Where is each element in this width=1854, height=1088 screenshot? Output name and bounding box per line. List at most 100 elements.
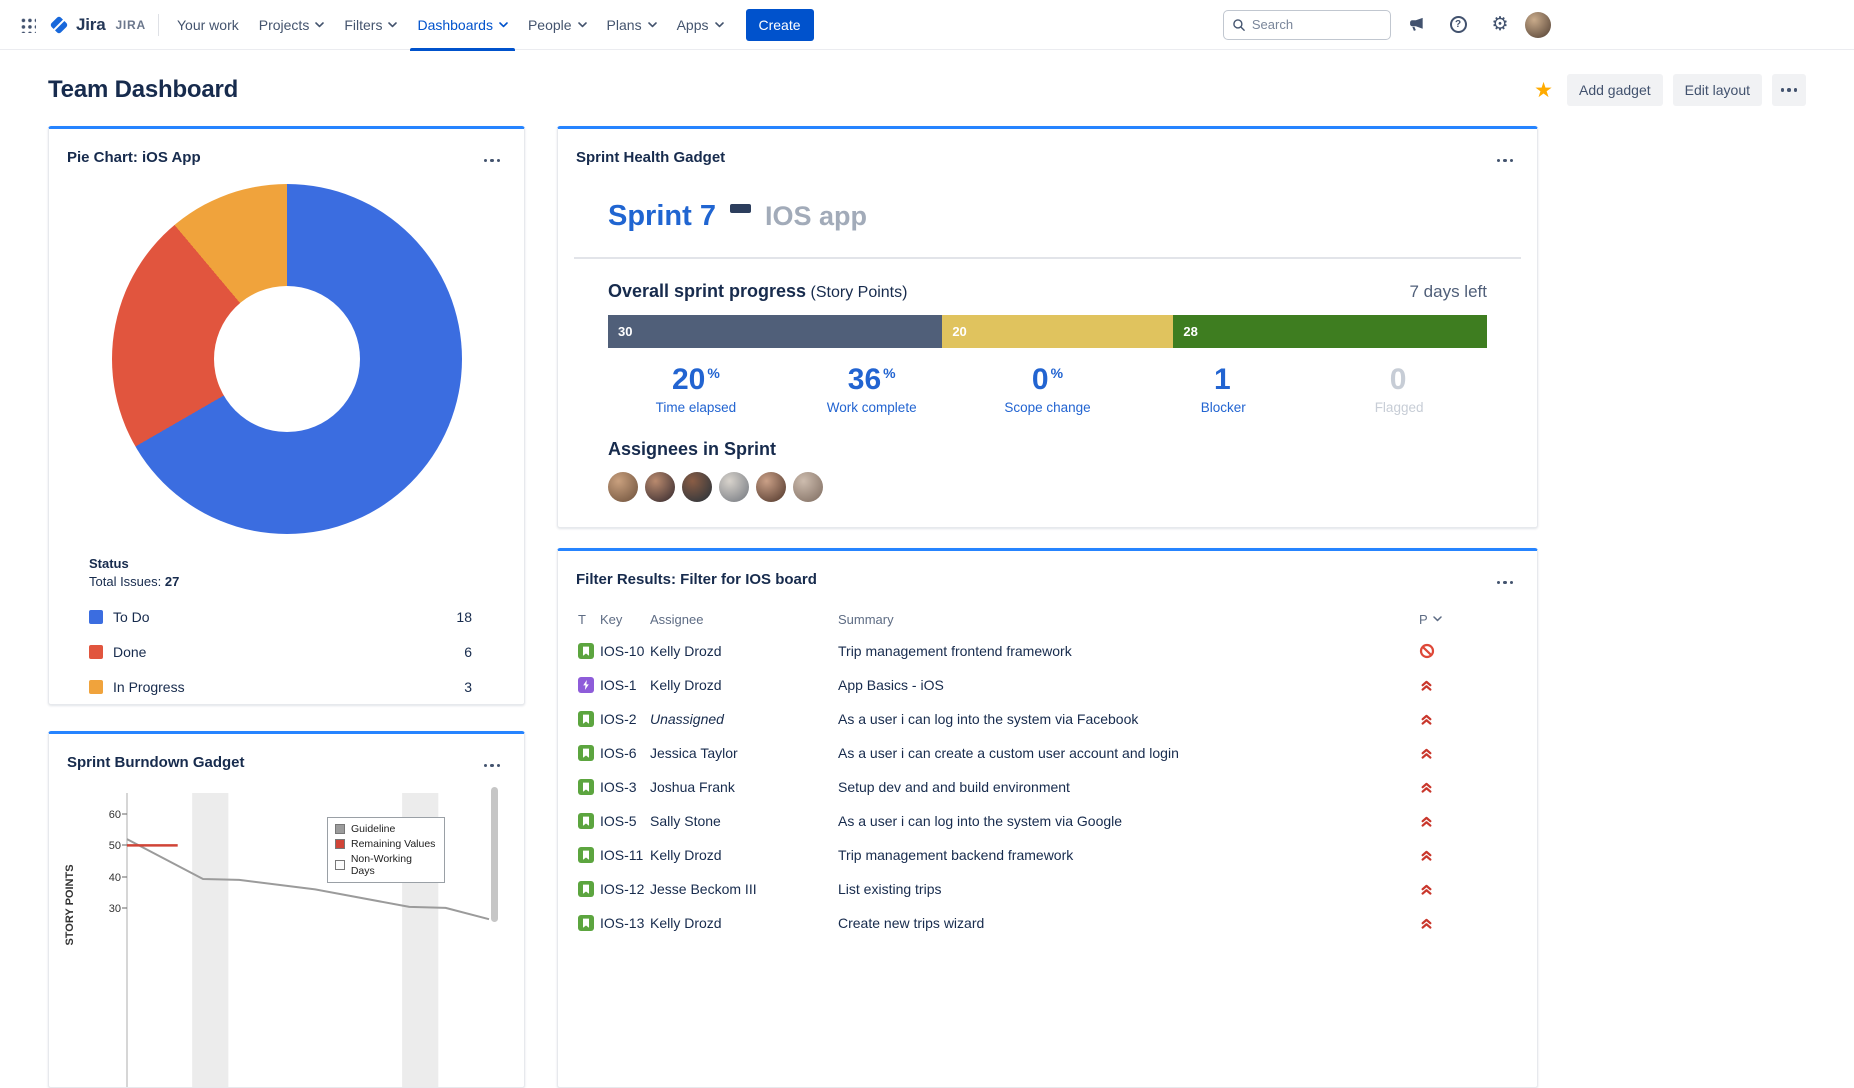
issue-key-link[interactable]: IOS-11 bbox=[600, 847, 650, 863]
gear-icon: ⚙ bbox=[1491, 15, 1508, 34]
issue-type-icon bbox=[578, 881, 600, 897]
add-gadget-button[interactable]: Add gadget bbox=[1567, 74, 1663, 106]
edit-layout-button[interactable]: Edit layout bbox=[1673, 74, 1762, 106]
nav-item-filters[interactable]: Filters bbox=[334, 0, 407, 50]
nav-item-plans[interactable]: Plans bbox=[597, 0, 667, 50]
sprint-stat-label: Work complete bbox=[784, 400, 960, 415]
search-box bbox=[1223, 10, 1391, 40]
issue-summary-link[interactable]: List existing trips bbox=[838, 881, 1413, 897]
issue-summary-link[interactable]: Trip management backend framework bbox=[838, 847, 1413, 863]
pie-donut-chart[interactable] bbox=[112, 184, 462, 534]
nav-item-apps[interactable]: Apps bbox=[667, 0, 734, 50]
issue-summary-link[interactable]: Setup dev and and build environment bbox=[838, 779, 1413, 795]
create-button[interactable]: Create bbox=[746, 9, 814, 41]
progress-bar-segment: 20 bbox=[942, 315, 1173, 348]
issue-summary-link[interactable]: As a user i can log into the system via … bbox=[838, 711, 1413, 727]
table-row[interactable]: IOS-5 Sally Stone As a user i can log in… bbox=[578, 804, 1517, 838]
legend-color-swatch bbox=[89, 680, 103, 694]
assignee-avatar[interactable] bbox=[719, 472, 749, 502]
assignee-avatar[interactable] bbox=[793, 472, 823, 502]
sprint-name: Sprint 7 bbox=[608, 200, 716, 233]
issue-key-link[interactable]: IOS-12 bbox=[600, 881, 650, 897]
assignee-avatar[interactable] bbox=[756, 472, 786, 502]
settings-button[interactable]: ⚙ bbox=[1483, 8, 1517, 42]
issue-type-icon bbox=[578, 745, 600, 761]
favorite-button[interactable]: ★ bbox=[1530, 76, 1557, 105]
issue-key-link[interactable]: IOS-10 bbox=[600, 643, 650, 659]
help-button[interactable]: ? bbox=[1441, 8, 1475, 42]
issue-key-link[interactable]: IOS-13 bbox=[600, 915, 650, 931]
nav-item-dashboards[interactable]: Dashboards bbox=[407, 0, 518, 50]
table-row[interactable]: IOS-10 Kelly Drozd Trip management front… bbox=[578, 634, 1517, 668]
search-input[interactable] bbox=[1252, 17, 1382, 32]
sprint-stats-row: 20% Time elapsed 36% Work complete 0% Sc… bbox=[608, 363, 1487, 415]
user-avatar[interactable] bbox=[1525, 12, 1551, 38]
issue-key-link[interactable]: IOS-3 bbox=[600, 779, 650, 795]
issue-summary-link[interactable]: App Basics - iOS bbox=[838, 677, 1413, 693]
nav-item-people[interactable]: People bbox=[518, 0, 597, 50]
nav-item-label: People bbox=[528, 17, 572, 33]
table-row[interactable]: IOS-1 Kelly Drozd App Basics - iOS bbox=[578, 668, 1517, 702]
issue-summary-link[interactable]: As a user i can create a custom user acc… bbox=[838, 745, 1413, 761]
app-grid-icon bbox=[19, 16, 36, 33]
issue-assignee: Kelly Drozd bbox=[650, 677, 838, 693]
gadget-title: Sprint Health Gadget bbox=[576, 149, 725, 166]
table-row[interactable]: IOS-11 Kelly Drozd Trip management backe… bbox=[578, 838, 1517, 872]
issue-summary-link[interactable]: Trip management frontend framework bbox=[838, 643, 1413, 659]
sprint-stat: 0 Flagged bbox=[1311, 363, 1487, 415]
legend-label: To Do bbox=[113, 609, 150, 625]
issue-key-link[interactable]: IOS-5 bbox=[600, 813, 650, 829]
gadget-menu-button[interactable] bbox=[478, 749, 507, 776]
table-row[interactable]: IOS-6 Jessica Taylor As a user i can cre… bbox=[578, 736, 1517, 770]
pie-legend: To Do 18 Done 6 In Progress 3 bbox=[49, 589, 524, 704]
sprint-stat-value: 0 bbox=[1311, 363, 1487, 397]
pie-legend-item[interactable]: Done 6 bbox=[89, 634, 472, 669]
total-issues: Total Issues: 27 bbox=[89, 574, 472, 589]
column-header-priority[interactable]: P bbox=[1413, 612, 1517, 627]
app-switcher-button[interactable] bbox=[10, 8, 44, 42]
issue-key-link[interactable]: IOS-6 bbox=[600, 745, 650, 761]
feedback-button[interactable] bbox=[1399, 8, 1433, 42]
sprint-stat-label: Time elapsed bbox=[608, 400, 784, 415]
gadget-menu-button[interactable] bbox=[1491, 566, 1520, 593]
gadget-menu-button[interactable] bbox=[478, 144, 507, 171]
burndown-legend-item: Remaining Values bbox=[335, 838, 437, 850]
site-name-label: JIRA bbox=[115, 18, 146, 32]
issue-key-link[interactable]: IOS-1 bbox=[600, 677, 650, 693]
dashboard-more-button[interactable] bbox=[1772, 74, 1806, 106]
nav-item-your-work[interactable]: Your work bbox=[167, 0, 249, 50]
issue-summary-link[interactable]: Create new trips wizard bbox=[838, 915, 1413, 931]
pie-legend-item[interactable]: In Progress 3 bbox=[89, 669, 472, 704]
nav-right-cluster: ? ⚙ bbox=[1223, 8, 1551, 42]
jira-logo[interactable]: Jira bbox=[48, 14, 105, 36]
column-header-key[interactable]: Key bbox=[600, 612, 650, 627]
chevron-down-icon bbox=[715, 22, 724, 28]
assignee-avatar[interactable] bbox=[608, 472, 638, 502]
gadget-menu-button[interactable] bbox=[1491, 144, 1520, 171]
legend-label: Done bbox=[113, 644, 146, 660]
assignee-avatar[interactable] bbox=[682, 472, 712, 502]
column-header-type[interactable]: T bbox=[578, 612, 600, 627]
issue-summary-link[interactable]: As a user i can log into the system via … bbox=[838, 813, 1413, 829]
table-row[interactable]: IOS-3 Joshua Frank Setup dev and and bui… bbox=[578, 770, 1517, 804]
sprint-stat-label: Flagged bbox=[1311, 400, 1487, 415]
column-header-summary[interactable]: Summary bbox=[838, 612, 1413, 627]
chevron-down-icon bbox=[315, 22, 324, 28]
sprint-burndown-gadget: Sprint Burndown Gadget 60 50 40 30 bbox=[48, 731, 525, 1088]
assignee-avatar[interactable] bbox=[645, 472, 675, 502]
pie-legend-item[interactable]: To Do 18 bbox=[89, 599, 472, 634]
table-row[interactable]: IOS-12 Jesse Beckom III List existing tr… bbox=[578, 872, 1517, 906]
assignee-avatar-row bbox=[608, 472, 1487, 502]
sprint-stat-value: 0% bbox=[960, 363, 1136, 397]
issue-priority-icon bbox=[1413, 814, 1517, 829]
nav-item-projects[interactable]: Projects bbox=[249, 0, 335, 50]
megaphone-icon bbox=[1406, 15, 1426, 35]
sprint-health-gadget: Sprint Health Gadget Sprint 7 IOS app Ov… bbox=[557, 126, 1538, 528]
burndown-legend: Guideline Remaining Values Non-Working D… bbox=[327, 817, 445, 883]
gadget-header: Sprint Burndown Gadget bbox=[49, 734, 524, 785]
scrollbar-thumb[interactable] bbox=[491, 787, 498, 922]
column-header-assignee[interactable]: Assignee bbox=[650, 612, 838, 627]
table-row[interactable]: IOS-13 Kelly Drozd Create new trips wiza… bbox=[578, 906, 1517, 940]
issue-key-link[interactable]: IOS-2 bbox=[600, 711, 650, 727]
table-row[interactable]: IOS-2 Unassigned As a user i can log int… bbox=[578, 702, 1517, 736]
